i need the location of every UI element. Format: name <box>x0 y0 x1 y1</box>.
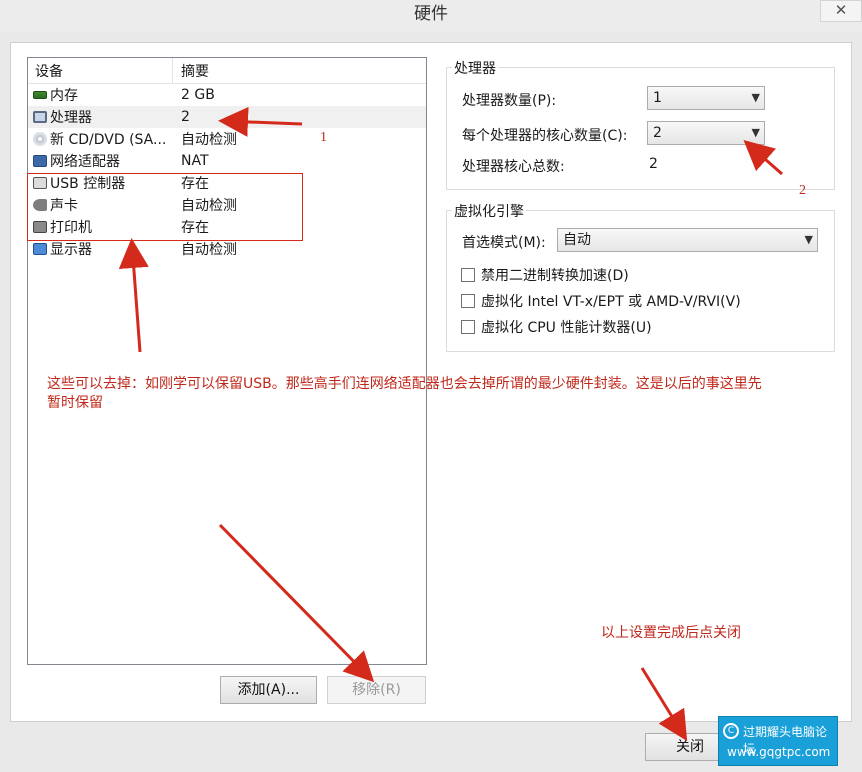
arrow-to-close <box>640 667 688 742</box>
arrow-to-processor <box>218 106 303 137</box>
annotation-close-note: 以上设置完成后点关闭 <box>601 625 741 641</box>
watermark-logo-icon: C <box>723 723 739 739</box>
arrow-to-box <box>118 238 149 353</box>
site-watermark: C 过期耀头电脑论坛 www.gqgtpc.com <box>718 716 838 766</box>
watermark-url: www.gqgtpc.com <box>727 745 831 759</box>
annotation-note-line2: 暂时保留 <box>47 395 103 411</box>
arrow-to-cores <box>743 140 783 176</box>
arrow-to-remove <box>218 523 375 683</box>
annotation-number-1: 1 <box>320 130 327 145</box>
annotation-note-line1: 这些可以去掉：如刚学可以保留USB。那些高手们连网络适配器也会去掉所谓的最少硬件… <box>47 376 762 392</box>
annotation-number-2: 2 <box>799 183 806 198</box>
